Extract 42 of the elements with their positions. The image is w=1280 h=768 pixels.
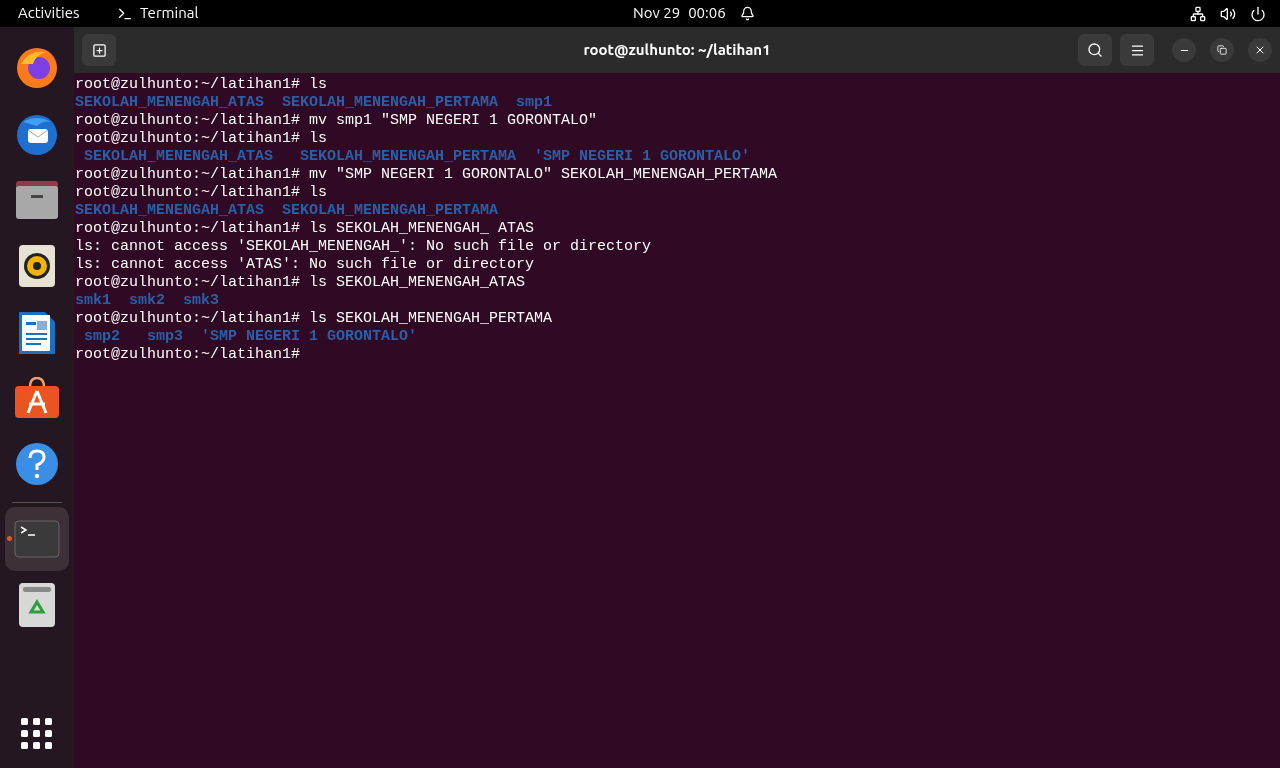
output-line: SEKOLAH_MENENGAH_ATAS SEKOLAH_MENENGAH_PERTAMA smp1 xyxy=(75,94,553,112)
folder-icon xyxy=(14,179,60,221)
shopping-bag-icon xyxy=(14,377,60,419)
search-button[interactable] xyxy=(1078,34,1112,66)
speaker-icon xyxy=(18,244,56,288)
network-icon[interactable] xyxy=(1190,5,1206,22)
command-line: root@zulhunto:~/latihan1# mv "SMP NEGERI 1 GORONTALO" SEKOLAH_MENENGAH_PERTAMA xyxy=(75,166,778,184)
app-grid-icon[interactable] xyxy=(21,718,53,750)
date-text[interactable]: Nov 29 xyxy=(633,2,681,25)
command-line: root@zulhunto:~/latihan1# mv smp1 "SMP NEGERI 1 GORONTALO" xyxy=(75,112,598,130)
command-line: root@zulhunto:~/latihan1# ls xyxy=(75,76,328,94)
command-line: root@zulhunto:~/latihan1# ls xyxy=(75,184,328,202)
document-icon xyxy=(18,309,56,355)
restore-icon xyxy=(1217,45,1227,55)
activities-button[interactable]: Activities xyxy=(18,2,108,25)
time-text[interactable]: 00:06 xyxy=(688,2,726,25)
terminal-icon xyxy=(14,520,60,558)
output-line: ls: cannot access 'ATAS': No such file or directory xyxy=(75,256,535,274)
close-icon xyxy=(1254,44,1266,56)
new-tab-icon xyxy=(91,42,107,58)
close-button[interactable] xyxy=(1248,38,1272,62)
command-line: root@zulhunto:~/latihan1# ls SEKOLAH_MENENGAH_PERTAMA xyxy=(75,310,553,328)
command-line: root@zulhunto:~/latihan1# ls SEKOLAH_MENENGAH_ ATAS xyxy=(75,220,535,238)
new-tab-button[interactable] xyxy=(82,34,116,66)
window-title: root@zulhunto: ~/latihan1 xyxy=(583,39,771,60)
search-icon xyxy=(1087,42,1103,58)
command-line: root@zulhunto:~/latihan1# ls SEKOLAH_MENENGAH_ATAS xyxy=(75,274,526,292)
command-line: root@zulhunto:~/latihan1# xyxy=(75,346,301,364)
app-name[interactable]: Terminal xyxy=(140,2,199,25)
output-line: SEKOLAH_MENENGAH_ATAS SEKOLAH_MENENGAH_PERTAMA xyxy=(75,202,499,220)
output-line: ls: cannot access 'SEKOLAH_MENENGAH_': No such file or directory xyxy=(75,238,652,256)
restore-button[interactable] xyxy=(1210,38,1234,62)
question-mark-icon xyxy=(15,442,59,486)
notification-bell-icon[interactable] xyxy=(739,6,755,21)
menu-button[interactable] xyxy=(1120,34,1154,66)
output-line: SEKOLAH_MENENGAH_ATAS SEKOLAH_MENENGAH_PERTAMA 'SMP NEGERI 1 GORONTALO' xyxy=(83,148,751,166)
output-line: smk1 smk2 smk3 xyxy=(75,292,220,310)
command-line: root@zulhunto:~/latihan1# ls xyxy=(75,130,328,148)
output-line: smp2 smp3 'SMP NEGERI 1 GORONTALO' xyxy=(83,328,418,346)
menu-icon xyxy=(1129,42,1145,58)
power-icon[interactable] xyxy=(1250,5,1266,22)
volume-icon[interactable] xyxy=(1220,5,1236,22)
